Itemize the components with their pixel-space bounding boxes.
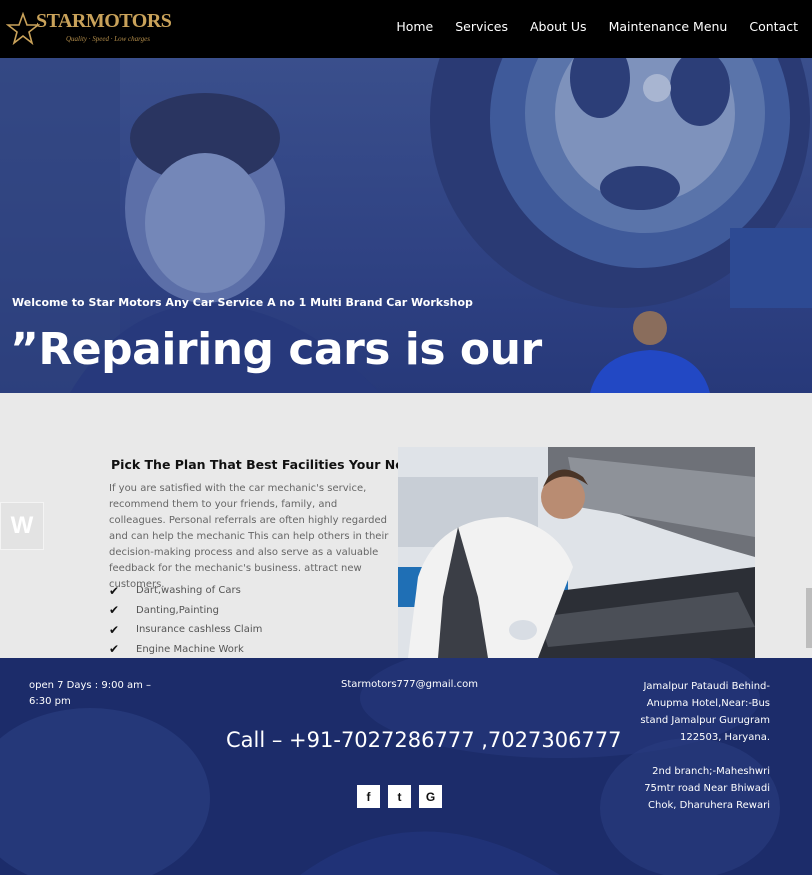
mechanic-illustration — [398, 447, 755, 658]
mechanic-photo — [398, 447, 755, 658]
nav-home[interactable]: Home — [396, 19, 433, 34]
list-item: ✔ Engine Machine Work — [109, 640, 262, 660]
logo-text: STARMOTORS — [36, 10, 172, 32]
check-icon: ✔ — [109, 642, 120, 657]
twitter-icon[interactable]: t — [388, 785, 411, 808]
plans-section: W Pick The Plan That Best Facilities You… — [0, 393, 812, 658]
address-main: Jamalpur Pataudi Behind-Anupma Hotel,Nea… — [640, 681, 770, 743]
list-item: ✔ Dart,washing of Cars — [109, 581, 262, 601]
hero-headline: ”Repairing cars is our — [10, 324, 542, 375]
logo[interactable]: STARMOTORS Quality · Speed · Low charges — [6, 8, 172, 48]
plans-description: If you are satisfied with the car mechan… — [109, 483, 389, 590]
plans-title: Pick The Plan That Best Facilities Your … — [111, 457, 429, 472]
footer-email[interactable]: Starmotors777@gmail.com — [341, 679, 478, 690]
list-item: ✔ Danting,Painting — [109, 601, 262, 621]
nav-maintenance-menu[interactable]: Maintenance Menu — [609, 19, 728, 34]
logo-tagline: Quality · Speed · Low charges — [66, 35, 150, 43]
nav-about-us[interactable]: About Us — [530, 19, 587, 34]
social-links: f t G — [357, 785, 442, 808]
feature-label: Insurance cashless Claim — [136, 624, 263, 636]
site-footer: open 7 Days : 9:00 am – 6:30 pm Starmoto… — [0, 658, 812, 875]
site-header: STARMOTORS Quality · Speed · Low charges… — [0, 0, 812, 58]
check-icon: ✔ — [109, 603, 120, 618]
address-branch: 2nd branch;-Maheshwri 75mtr road Near Bh… — [644, 766, 770, 811]
footer-call[interactable]: Call – +91-7027286777 ,7027306777 — [226, 728, 622, 752]
side-badge[interactable]: W — [0, 502, 44, 550]
scrollbar-thumb[interactable] — [806, 588, 812, 648]
hero-welcome-text: Welcome to Star Motors Any Car Service A… — [12, 296, 473, 309]
google-icon[interactable]: G — [419, 785, 442, 808]
footer-hours: open 7 Days : 9:00 am – 6:30 pm — [29, 680, 152, 707]
nav-contact[interactable]: Contact — [749, 19, 798, 34]
footer-address: Jamalpur Pataudi Behind-Anupma Hotel,Nea… — [620, 678, 770, 814]
feature-label: Dart,washing of Cars — [136, 585, 241, 597]
nav-services[interactable]: Services — [455, 19, 508, 34]
feature-label: Danting,Painting — [136, 604, 219, 616]
main-nav: Home Services About Us Maintenance Menu … — [396, 19, 798, 34]
feature-label: Engine Machine Work — [136, 643, 244, 655]
hero-banner: Welcome to Star Motors Any Car Service A… — [0, 58, 812, 393]
star-logo-icon — [6, 12, 40, 46]
check-icon: ✔ — [109, 583, 120, 598]
facebook-icon[interactable]: f — [357, 785, 380, 808]
check-icon: ✔ — [109, 622, 120, 637]
features-list: ✔ Dart,washing of Cars ✔ Danting,Painting … — [109, 581, 262, 659]
list-item: ✔ Insurance cashless Claim — [109, 620, 262, 640]
